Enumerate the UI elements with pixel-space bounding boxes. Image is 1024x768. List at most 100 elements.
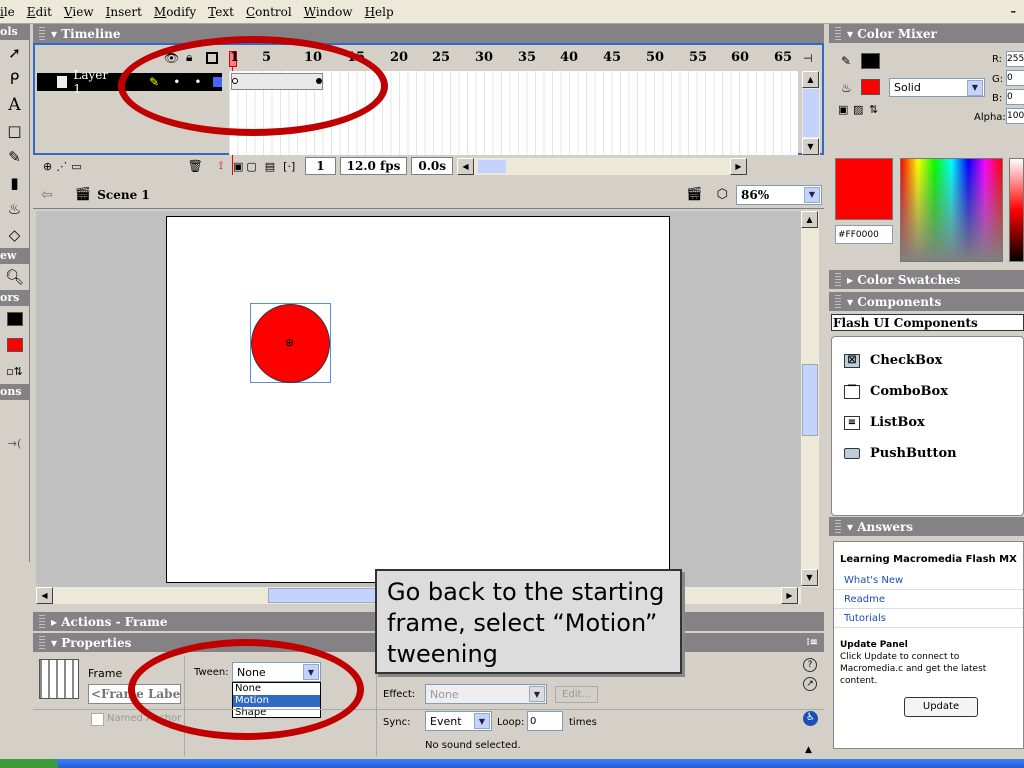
component-checkbox[interactable]: ☒ CheckBox xyxy=(832,345,1023,376)
stage[interactable]: ⊕ xyxy=(166,216,670,583)
arrow-tool-icon[interactable]: ➚ xyxy=(0,40,29,66)
b-input[interactable] xyxy=(1006,89,1024,105)
edit-in-panel-icon[interactable]: ↗ xyxy=(803,677,817,691)
scroll-left-icon[interactable]: ◀ xyxy=(36,587,53,604)
edit-symbol-icon[interactable]: ⬡ xyxy=(717,187,728,202)
scene-name: Scene 1 xyxy=(97,187,150,202)
fill-color-icon[interactable] xyxy=(0,332,29,358)
frame-view-menu-icon[interactable]: ⊣ xyxy=(803,52,813,65)
fill-style-select[interactable]: Solid ▼ xyxy=(889,78,985,97)
component-pushbutton[interactable]: PushButton xyxy=(832,438,1023,469)
timeline-footer: ⊕ ⋰ ▭ 🗑︎ ⟟ ▣ ▢ ▤ [·] 1 12.0 fps 0.0s ◀ ▶ xyxy=(33,155,824,177)
center-frame-icon[interactable]: ⟟ xyxy=(219,159,223,173)
named-anchor-checkbox[interactable] xyxy=(91,713,104,726)
stroke-swatch[interactable] xyxy=(861,53,880,69)
onion-markers-icon[interactable]: [·] xyxy=(283,160,295,173)
sync-select[interactable]: Event ▼ xyxy=(425,711,492,731)
menu-window[interactable]: Window xyxy=(298,5,359,19)
scroll-left-icon[interactable]: ◀ xyxy=(456,157,474,175)
stroke-color-icon[interactable] xyxy=(0,306,29,332)
options-icon[interactable]: →( xyxy=(0,430,29,456)
add-layer-icon[interactable]: ⊕ xyxy=(43,160,52,173)
lasso-tool-icon[interactable]: ᑭ xyxy=(0,66,29,92)
menu-insert[interactable]: Insert xyxy=(100,5,148,19)
options-menu-icon[interactable]: ⁝≡ xyxy=(806,637,818,648)
onion-outline-icon[interactable]: ▢ xyxy=(246,160,256,173)
timeline-hscroll[interactable]: ◀ ▶ xyxy=(456,157,747,175)
default-colors-icon[interactable]: ▣ xyxy=(838,103,848,116)
alpha-input[interactable] xyxy=(1006,108,1024,124)
effect-select[interactable]: None ▼ xyxy=(425,684,547,704)
edit-scene-icon[interactable]: 🎬︎ xyxy=(686,187,703,202)
scroll-up-icon[interactable]: ▲ xyxy=(801,211,818,228)
scroll-up-icon[interactable]: ▲ xyxy=(802,71,819,88)
frame-number: 25 xyxy=(432,50,451,65)
fill-swatch[interactable] xyxy=(861,79,880,95)
add-guide-icon[interactable]: ⋰ xyxy=(56,160,67,173)
component-label: PushButton xyxy=(870,446,957,461)
component-combobox[interactable]: ▔ ComboBox xyxy=(832,376,1023,407)
help-icon[interactable]: ? xyxy=(803,658,817,672)
highlight-oval-timeline xyxy=(118,36,388,136)
timeline-vscroll[interactable]: ▲ ▼ xyxy=(802,71,820,155)
menu-control[interactable]: Control xyxy=(240,5,298,19)
brush-tool-icon[interactable]: ✎ xyxy=(0,144,29,170)
edit-multiple-icon[interactable]: ▤ xyxy=(265,160,275,173)
scroll-down-icon[interactable]: ▼ xyxy=(801,569,818,586)
color-mixer-panel: ▾ Color Mixer ✎ ♨ Solid ▼ ▣ ▨ ⇅ R: G: B:… xyxy=(829,24,1024,267)
color-spectrum[interactable] xyxy=(900,158,1003,262)
color-mixer-header[interactable]: ▾ Color Mixer xyxy=(829,24,1024,43)
times-label: times xyxy=(569,717,597,728)
g-label: G: xyxy=(992,74,1004,85)
add-folder-icon[interactable]: ▭ xyxy=(71,160,81,173)
b-label: B: xyxy=(992,93,1003,104)
scroll-down-icon[interactable]: ▼ xyxy=(802,138,819,155)
scroll-right-icon[interactable]: ▶ xyxy=(781,587,798,604)
onion-skin-icon[interactable]: ▣ xyxy=(233,160,243,173)
components-header[interactable]: ▾ Components xyxy=(829,292,1024,311)
menu-file[interactable]: ile xyxy=(0,5,21,19)
frame-number: 60 xyxy=(731,50,750,65)
text-tool-icon[interactable]: A xyxy=(0,92,29,118)
zoom-select[interactable]: 86% ▼ xyxy=(736,184,822,205)
timeline-header[interactable]: ▾ Timeline xyxy=(33,24,824,43)
hex-input[interactable] xyxy=(835,225,893,244)
ink-bottle-tool-icon[interactable]: ▮ xyxy=(0,170,29,196)
trash-icon[interactable]: 🗑︎ xyxy=(188,159,203,173)
menu-help[interactable]: Help xyxy=(359,5,400,19)
frame-number: 40 xyxy=(560,50,579,65)
back-arrow-icon[interactable]: ⇦ xyxy=(41,187,53,203)
stage-vscroll[interactable]: ▲ ▼ xyxy=(801,211,819,587)
swap-colors-icon[interactable]: ▫⇅ xyxy=(0,358,29,384)
no-color-icon[interactable]: ▨ xyxy=(853,103,863,116)
minimize-button[interactable]: – xyxy=(1011,5,1017,18)
paint-bucket-tool-icon[interactable]: ♨ xyxy=(0,196,29,222)
swap-colors-icon[interactable]: ⇅ xyxy=(869,103,878,116)
collapse-props-icon[interactable]: ▲ xyxy=(805,745,812,755)
scroll-right-icon[interactable]: ▶ xyxy=(729,157,747,175)
menu-text[interactable]: Text xyxy=(202,5,240,19)
component-listbox[interactable]: ≡ ListBox xyxy=(832,407,1023,438)
g-input[interactable] xyxy=(1006,70,1024,86)
accessibility-icon[interactable]: ♿︎ xyxy=(803,711,818,726)
brightness-bar[interactable] xyxy=(1009,158,1024,262)
components-category-select[interactable]: Flash UI Components xyxy=(831,314,1024,331)
eraser-tool-icon[interactable]: ◇ xyxy=(0,222,29,248)
zoom-tool-icon[interactable]: 🔍︎ xyxy=(0,264,29,290)
rectangle-tool-icon[interactable]: □ xyxy=(0,118,29,144)
link-whats-new[interactable]: What's New xyxy=(834,571,1023,590)
start-button[interactable] xyxy=(0,759,58,768)
r-input[interactable] xyxy=(1006,51,1024,67)
menu-edit[interactable]: Edit xyxy=(21,5,58,19)
color-preview xyxy=(835,158,893,220)
update-button[interactable]: Update xyxy=(904,697,978,717)
answers-header[interactable]: ▾ Answers xyxy=(829,517,1024,536)
link-tutorials[interactable]: Tutorials xyxy=(834,609,1023,628)
chevron-down-icon: ▼ xyxy=(804,186,820,203)
menu-modify[interactable]: Modify xyxy=(148,5,202,19)
edit-button[interactable]: Edit... xyxy=(555,686,598,703)
loop-input[interactable] xyxy=(527,711,563,731)
menu-view[interactable]: View xyxy=(58,5,100,19)
link-readme[interactable]: Readme xyxy=(834,590,1023,609)
color-swatches-header[interactable]: ▸ Color Swatches xyxy=(829,270,1024,289)
